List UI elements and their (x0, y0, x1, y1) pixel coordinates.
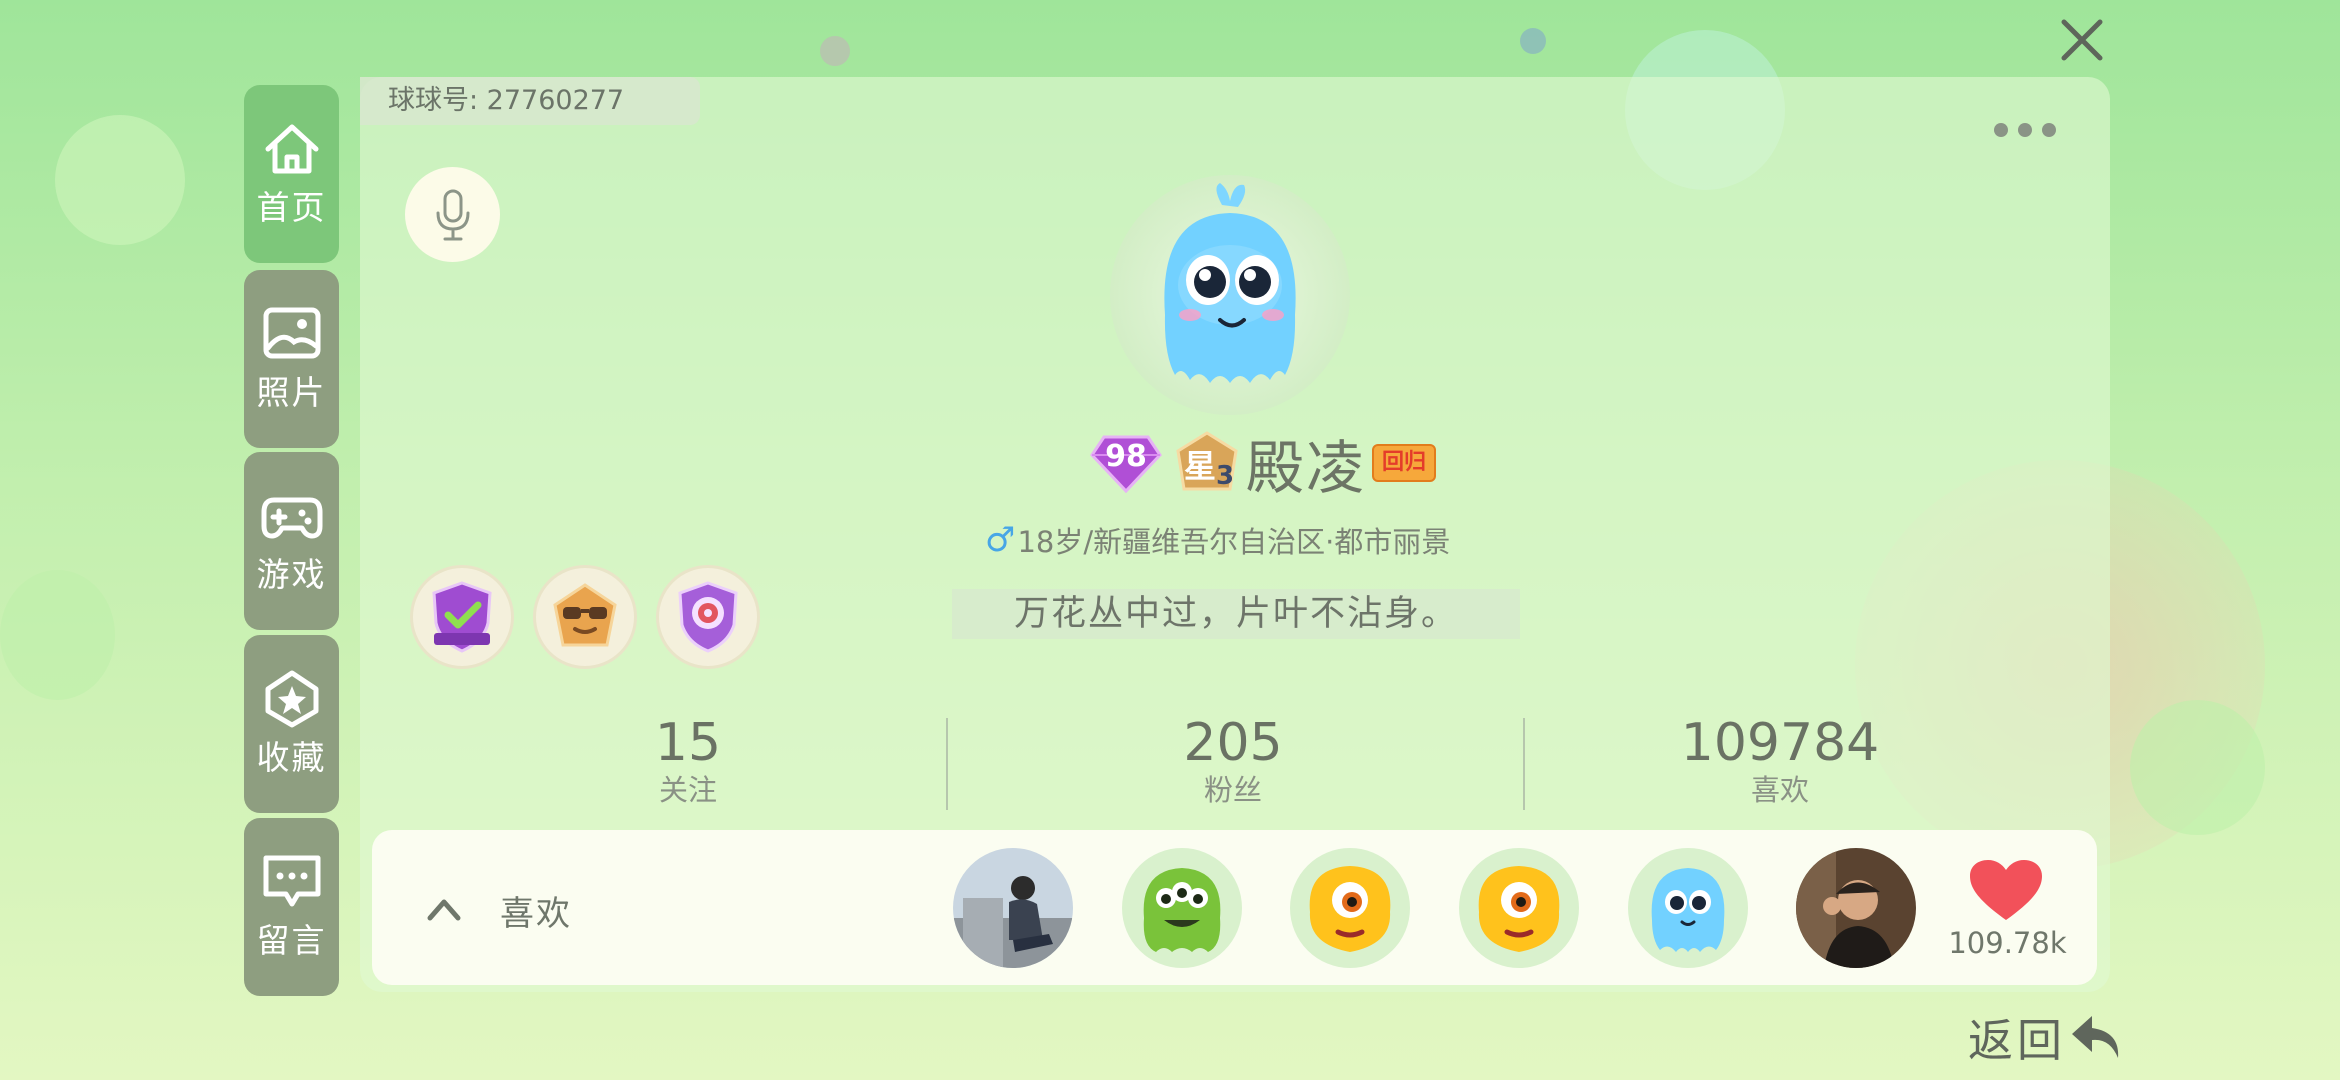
user-photo-avatar-icon (953, 848, 1073, 968)
nav-games[interactable]: 游戏 (244, 452, 339, 630)
star-rank-level: 3 (1216, 461, 1235, 491)
male-icon: ♂ (985, 520, 1016, 560)
liker-avatar[interactable] (1796, 848, 1916, 968)
likes-label: 喜欢 (1750, 773, 1809, 807)
likes-count: 109784 (1680, 713, 1880, 773)
stat-likes[interactable]: 109784 喜欢 (1630, 712, 1930, 806)
chevron-up-icon (427, 899, 461, 921)
liker-avatar[interactable] (1459, 848, 1579, 968)
more-options-button[interactable] (1994, 120, 2064, 140)
stat-divider (1523, 718, 1525, 810)
close-icon (2061, 19, 2103, 61)
star-icon (265, 670, 318, 728)
nav-games-label: 游戏 (256, 555, 327, 594)
likes-collapse-button[interactable] (422, 888, 466, 928)
microphone-icon (436, 189, 469, 240)
nav-messages-label: 留言 (256, 921, 327, 960)
signature: 万花丛中过，片叶不沾身。 (952, 589, 1520, 639)
nav-photos-label: 照片 (256, 373, 327, 412)
star-rank-text: 星 (1184, 447, 1217, 485)
medal-target[interactable] (656, 565, 760, 669)
level-badge[interactable]: 98 (1090, 433, 1162, 493)
stat-divider (946, 718, 948, 810)
nav-home[interactable]: 首页 (244, 85, 339, 263)
liker-avatar[interactable] (1290, 848, 1410, 968)
nav-favorites-label: 收藏 (256, 738, 327, 777)
yellow-monster-avatar-icon (1309, 866, 1391, 952)
user-photo-avatar-icon (1796, 848, 1916, 968)
more-dot-icon (1994, 123, 2008, 137)
background-bubble (2130, 700, 2265, 835)
like-total-count: 109.78k (1948, 926, 2067, 960)
back-button[interactable]: 返回 (1968, 1005, 2124, 1067)
user-info-line: ♂ 18岁/新疆维吾尔自治区·都市丽景 (985, 519, 1450, 561)
stat-following[interactable]: 15 关注 (538, 712, 838, 806)
background-bubble (1520, 28, 1546, 54)
fans-label: 粉丝 (1203, 773, 1262, 807)
back-arrow-icon (2072, 1016, 2119, 1058)
yellow-monster-avatar-icon (1478, 866, 1560, 952)
background-bubble (55, 115, 185, 245)
username: 殿凌 (1246, 434, 1367, 502)
liker-avatar[interactable] (953, 848, 1073, 968)
return-tag: 回归 (1372, 444, 1437, 482)
following-label: 关注 (658, 773, 717, 807)
fans-count: 205 (1183, 713, 1283, 773)
nav-home-label: 首页 (256, 188, 327, 227)
close-button[interactable] (2056, 14, 2108, 66)
star-rank-badge[interactable]: 星 3 (1174, 431, 1240, 495)
voice-intro-button[interactable] (405, 167, 500, 262)
home-icon (265, 124, 318, 174)
medal-verified[interactable] (410, 565, 514, 669)
nav-favorites[interactable]: 收藏 (244, 635, 339, 813)
level-value: 98 (1105, 439, 1147, 474)
blue-ball-avatar-icon (1164, 183, 1296, 383)
background-bubble (0, 570, 115, 700)
like-heart-button[interactable] (1968, 858, 2044, 924)
sunglasses-medal-icon (553, 583, 617, 647)
following-count: 15 (654, 713, 722, 773)
nav-photos[interactable]: 照片 (244, 270, 339, 448)
blue-ball-avatar-icon (1651, 868, 1725, 952)
gamepad-icon (261, 497, 322, 539)
nav-messages[interactable]: 留言 (244, 818, 339, 996)
background-bubble (820, 36, 850, 66)
verified-shield-icon (432, 581, 492, 653)
user-id-label: 球球号: 27760277 (360, 77, 700, 125)
heart-icon (1970, 860, 2042, 920)
age-location: 18岁/新疆维吾尔自治区·都市丽景 (1017, 525, 1451, 559)
back-label: 返回 (1968, 1013, 2067, 1067)
liker-avatar[interactable] (1122, 848, 1242, 968)
stat-fans[interactable]: 205 粉丝 (1083, 712, 1383, 806)
likes-section-title: 喜欢 (500, 894, 572, 934)
target-medal-icon (678, 581, 738, 653)
profile-avatar[interactable] (1110, 175, 1350, 415)
green-monster-avatar-icon (1143, 868, 1221, 952)
message-icon (263, 855, 320, 907)
more-dot-icon (2042, 123, 2056, 137)
name-row: 98 星 3 殿凌 回归 (1090, 428, 1437, 502)
photo-icon (263, 307, 320, 359)
liker-avatar[interactable] (1628, 848, 1748, 968)
more-dot-icon (2018, 123, 2032, 137)
medal-cool[interactable] (533, 565, 637, 669)
